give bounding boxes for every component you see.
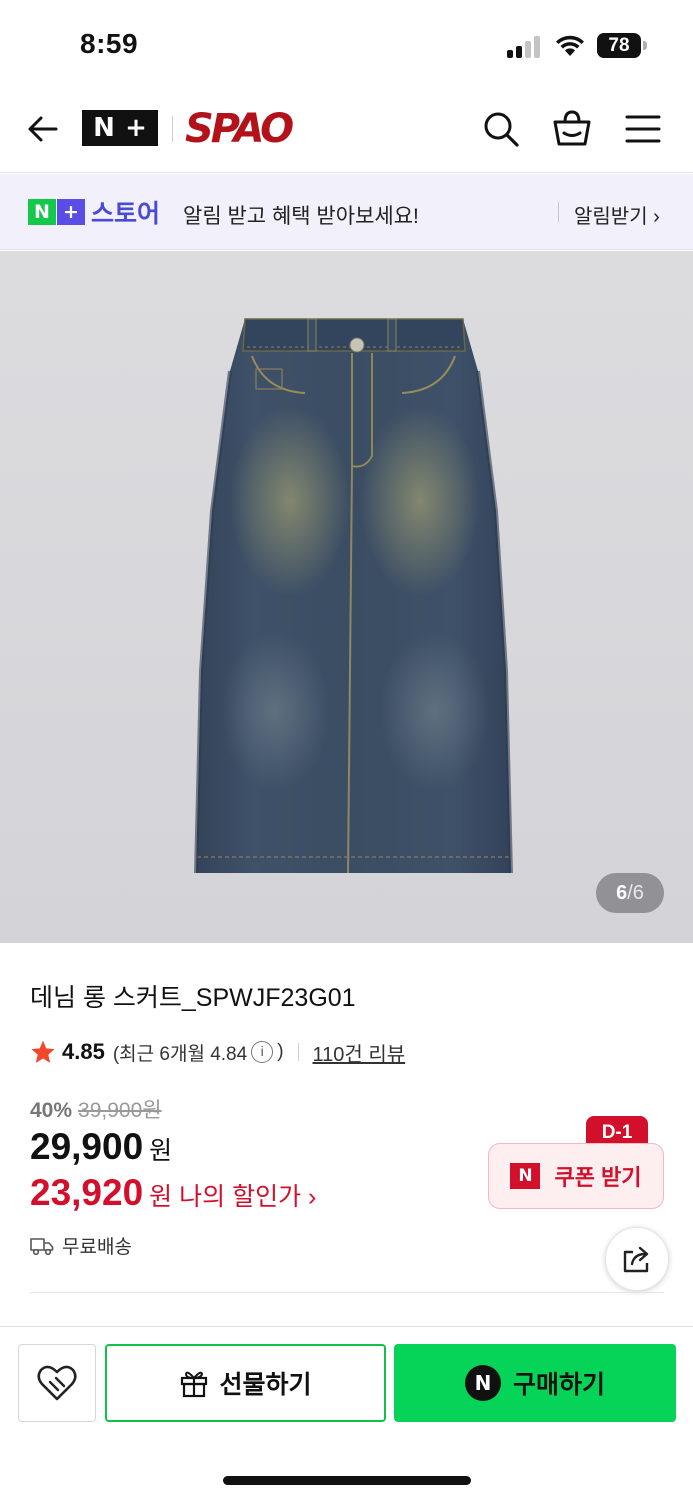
heart-icon — [37, 1365, 77, 1401]
shipping-label: 무료배송 — [62, 1237, 132, 1258]
app-header: N + SPAO — [0, 90, 693, 173]
discount-rate: 40% — [30, 1099, 73, 1122]
recent-rating: (최근 6개월 4.84 — [112, 1043, 248, 1065]
coupon-label: 쿠폰 받기 — [554, 1165, 642, 1190]
recent-rating-close: ) — [277, 1041, 284, 1062]
store-alert-banner[interactable]: N + 스토어 알림 받고 혜택 받아보세요! 알림받기 › — [0, 174, 693, 250]
coupon-n-icon: N — [510, 1163, 541, 1189]
image-counter: 6/6 — [596, 873, 664, 913]
my-discount-price: 23,920 — [30, 1172, 144, 1213]
share-icon — [623, 1246, 649, 1273]
spao-logo[interactable]: SPAO — [185, 106, 294, 152]
shipping-info: 무료배송 — [30, 1232, 132, 1259]
my-discount-price-link[interactable]: 23,920 원 나의 할인가 › — [30, 1172, 316, 1214]
status-bar: 8:59 78 — [0, 0, 693, 90]
battery-icon: 78 — [597, 33, 647, 58]
logo-divider — [172, 116, 173, 142]
bottom-bar-divider — [0, 1326, 693, 1327]
buy-button-label: 구매하기 — [512, 1371, 605, 1399]
product-title: 데님 롱 스커트_SPWJF23G01 — [30, 984, 356, 1012]
banner-message: 알림 받고 혜택 받아보세요! — [183, 205, 419, 228]
naver-pay-icon: N — [464, 1365, 501, 1401]
banner-divider — [558, 202, 559, 222]
star-icon — [31, 1040, 55, 1063]
rating-score: 4.85 — [62, 1039, 105, 1064]
wifi-icon — [556, 35, 584, 56]
naver-plus-logo[interactable]: N + — [82, 110, 158, 146]
back-arrow-icon[interactable] — [26, 112, 60, 146]
info-icon[interactable]: i — [251, 1041, 274, 1063]
sale-price-row: 29,900 원 — [30, 1126, 172, 1168]
store-badge-plus: + — [57, 199, 85, 225]
naver-plus-logo-plus: + — [125, 113, 147, 143]
sale-price: 29,900 — [30, 1126, 144, 1167]
battery-level: 78 — [597, 33, 641, 58]
section-divider — [30, 1292, 664, 1293]
home-indicator[interactable] — [223, 1476, 471, 1485]
get-alerts-link[interactable]: 알림받기 › — [574, 200, 660, 229]
store-badge-label: 스토어 — [91, 200, 161, 228]
status-time: 8:59 — [80, 28, 139, 59]
menu-icon[interactable] — [625, 112, 661, 146]
currency-label: 원 — [149, 1137, 173, 1165]
search-icon[interactable] — [482, 110, 520, 148]
shopping-basket-icon[interactable] — [552, 108, 592, 148]
product-image-gallery[interactable]: 6/6 — [0, 251, 693, 943]
original-price: 39,900원 — [78, 1099, 162, 1122]
image-counter-total: 6 — [632, 882, 644, 904]
discount-row: 40% 39,900원 — [30, 1094, 162, 1124]
review-count-link[interactable]: 110건 리뷰 — [313, 1038, 406, 1067]
denim-skirt-image — [194, 318, 513, 874]
signal-icon — [507, 36, 543, 58]
store-badge-n: N — [28, 199, 56, 225]
rating-row: 4.85 (최근 6개월 4.84 i ) 110건 리뷰 — [30, 1036, 405, 1068]
truck-icon — [30, 1237, 54, 1255]
gift-button-label: 선물하기 — [219, 1371, 312, 1399]
buy-button[interactable]: N 구매하기 — [394, 1344, 676, 1422]
gift-button[interactable]: 선물하기 — [105, 1344, 386, 1422]
gift-icon — [181, 1371, 208, 1398]
get-coupon-button[interactable]: N 쿠폰 받기 — [488, 1143, 664, 1209]
naver-plus-store-badge: N + 스토어 — [28, 198, 160, 228]
image-counter-current: 6 — [616, 882, 628, 904]
wishlist-button[interactable] — [18, 1344, 96, 1422]
naver-plus-logo-n: N — [93, 113, 115, 143]
rating-divider — [297, 1043, 299, 1061]
image-counter-separator: / — [627, 882, 633, 904]
share-button[interactable] — [605, 1227, 669, 1291]
my-discount-label: 원 나의 할인가 › — [149, 1183, 317, 1211]
